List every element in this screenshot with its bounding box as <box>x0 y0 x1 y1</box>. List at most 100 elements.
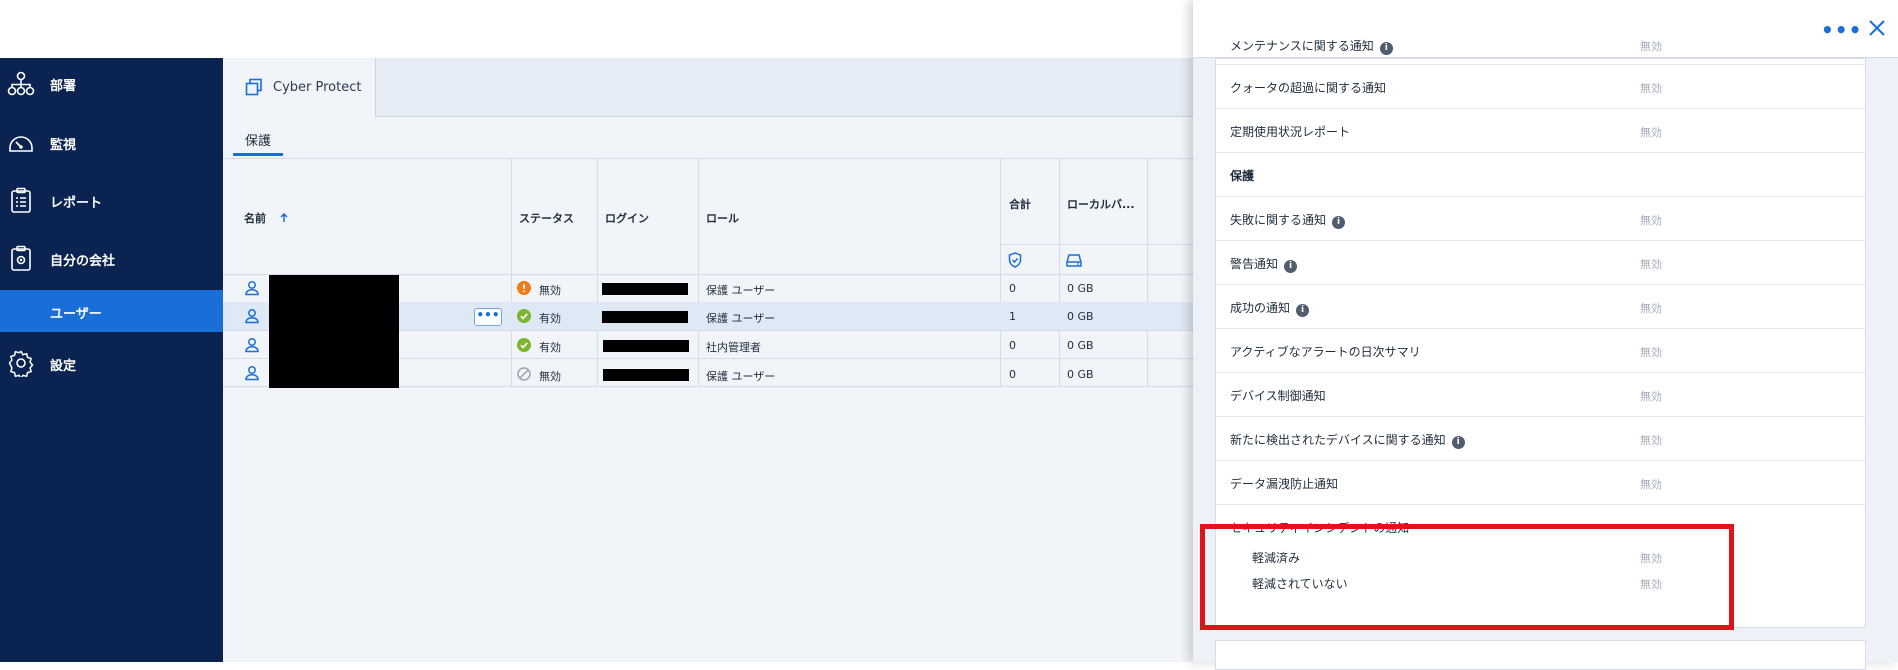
info-icon[interactable]: i <box>1284 260 1298 273</box>
setting-label-text: 警告通知 <box>1230 257 1279 271</box>
sidebar-item-label: 設定 <box>50 359 77 374</box>
redacted-login <box>602 283 688 295</box>
local-drive-icon <box>1066 254 1082 267</box>
sidebar-item-label: 部署 <box>50 79 77 94</box>
setting-label: 警告通知 i <box>1230 255 1298 273</box>
local-backup-size: 0 GB <box>1067 368 1094 381</box>
sidebar-item-settings[interactable]: 設定 <box>0 341 223 385</box>
sidebar-item-label: 監視 <box>50 138 77 153</box>
setting-row-usage-report[interactable]: 定期使用状況レポート 無効 <box>1216 109 1865 153</box>
sidebar-item-label: 自分の会社 <box>50 254 116 269</box>
setting-label: デバイス制御通知 <box>1230 389 1326 403</box>
info-icon[interactable]: i <box>1379 42 1393 55</box>
setting-value: 無効 <box>1640 478 1662 491</box>
local-backup-size: 0 GB <box>1067 282 1094 295</box>
main-content: Cyber Protect 保護 名前 ステータス ログイン ロール 合計 ロー… <box>223 58 1223 662</box>
setting-value: 無効 <box>1640 40 1662 53</box>
setting-row-dlp[interactable]: データ漏洩防止通知 無効 <box>1216 461 1865 505</box>
setting-label: 新たに検出されたデバイスに関する通知 i <box>1230 431 1465 449</box>
info-icon[interactable]: i <box>1296 304 1310 317</box>
divider <box>698 158 699 386</box>
sidebar-item-departments[interactable]: 部署 <box>0 61 223 105</box>
redacted-login <box>603 369 689 381</box>
role-text: 保護 ユーザー <box>706 370 776 383</box>
next-settings-card <box>1215 640 1866 670</box>
total-count: 1 <box>1009 310 1016 323</box>
setting-row-warning[interactable]: 警告通知 i 無効 <box>1216 241 1865 285</box>
row-more-actions-button[interactable]: ••• <box>474 308 502 326</box>
setting-value: 無効 <box>1640 302 1662 315</box>
sidebar-item-my-company[interactable]: 自分の会社 <box>0 236 223 280</box>
setting-value: 無効 <box>1640 214 1662 227</box>
setting-value: 無効 <box>1640 126 1662 139</box>
column-header-login[interactable]: ログイン <box>605 210 649 226</box>
setting-row-daily-summary[interactable]: アクティブなアラートの日次サマリ 無効 <box>1216 329 1865 373</box>
local-backup-size: 0 GB <box>1067 310 1094 323</box>
column-header-role[interactable]: ロール <box>706 210 739 226</box>
setting-value: 無効 <box>1640 346 1662 359</box>
setting-label-text: メンテナンスに関する通知 <box>1230 39 1374 53</box>
user-icon <box>245 366 259 381</box>
setting-value: 無効 <box>1640 390 1662 403</box>
setting-label-text: 成功の通知 <box>1230 301 1291 315</box>
setting-row-quota[interactable]: クォータの超過に関する通知 無効 <box>1216 65 1865 109</box>
total-count: 0 <box>1009 339 1016 352</box>
highlight-annotation-box <box>1200 524 1734 630</box>
sidebar-item-label: ユーザー <box>50 307 102 322</box>
setting-row-failure[interactable]: 失敗に関する通知 i 無効 <box>1216 197 1865 241</box>
local-backup-size: 0 GB <box>1067 339 1094 352</box>
setting-label-text: 新たに検出されたデバイスに関する通知 <box>1230 433 1446 447</box>
speedometer-icon <box>9 136 33 152</box>
setting-value: 無効 <box>1640 82 1662 95</box>
app-tab-bar: Cyber Protect <box>223 58 1223 117</box>
divider <box>223 158 1223 159</box>
ok-status-icon <box>517 309 531 323</box>
setting-row-success[interactable]: 成功の通知 i 無効 <box>1216 285 1865 329</box>
setting-row-maintenance[interactable]: メンテナンスに関する通知 i 無効 <box>1216 37 1865 65</box>
setting-label: アクティブなアラートの日次サマリ <box>1230 345 1421 359</box>
org-chart-icon <box>7 71 35 96</box>
status-text: 無効 <box>539 284 561 297</box>
sidebar-item-reports[interactable]: レポート <box>0 178 223 222</box>
setting-label: クォータの超過に関する通知 <box>1230 81 1387 95</box>
company-gear-icon <box>11 245 31 271</box>
sidebar-item-label: レポート <box>50 196 103 211</box>
role-text: 社内管理者 <box>706 341 761 354</box>
divider <box>511 158 512 386</box>
column-header-status[interactable]: ステータス <box>519 210 574 226</box>
sidebar-item-users[interactable]: ユーザー <box>0 290 223 332</box>
warning-status-icon <box>517 281 531 295</box>
ok-status-icon <box>517 338 531 352</box>
user-icon <box>245 281 259 296</box>
disabled-status-icon <box>517 367 531 381</box>
gear-icon <box>8 350 34 377</box>
user-icon <box>245 338 259 353</box>
column-header-total[interactable]: 合計 <box>1009 196 1031 212</box>
divider <box>597 158 598 386</box>
sort-arrow-up-icon <box>280 212 288 222</box>
setting-label: 失敗に関する通知 i <box>1230 211 1346 229</box>
copy-windows-icon <box>245 78 262 96</box>
clipboard-icon <box>11 187 31 213</box>
divider <box>1001 244 1223 245</box>
info-icon[interactable]: i <box>1332 216 1346 229</box>
setting-section-protection: 保護 <box>1216 153 1865 197</box>
column-header-name[interactable]: 名前 <box>244 210 290 226</box>
app-tab-cyber-protect[interactable]: Cyber Protect <box>223 58 376 117</box>
redacted-login <box>603 340 689 352</box>
status-text: 有効 <box>539 312 561 325</box>
close-icon[interactable] <box>1867 18 1887 38</box>
status-text: 無効 <box>539 370 561 383</box>
sidebar: 部署 監視 レポート 自分の会社 ユーザー 設定 <box>0 58 223 662</box>
setting-row-device-control[interactable]: デバイス制御通知 無効 <box>1216 373 1865 417</box>
redacted-name <box>269 275 399 388</box>
column-header-local-backup[interactable]: ローカルバ... <box>1067 196 1135 212</box>
tab-protection[interactable]: 保護 <box>233 128 283 156</box>
setting-row-new-device[interactable]: 新たに検出されたデバイスに関する通知 i 無効 <box>1216 417 1865 461</box>
setting-label: 成功の通知 i <box>1230 299 1310 317</box>
setting-value: 無効 <box>1640 258 1662 271</box>
divider <box>1000 158 1001 386</box>
info-icon[interactable]: i <box>1451 436 1465 449</box>
sidebar-item-monitoring[interactable]: 監視 <box>0 120 223 164</box>
divider <box>1147 158 1148 386</box>
